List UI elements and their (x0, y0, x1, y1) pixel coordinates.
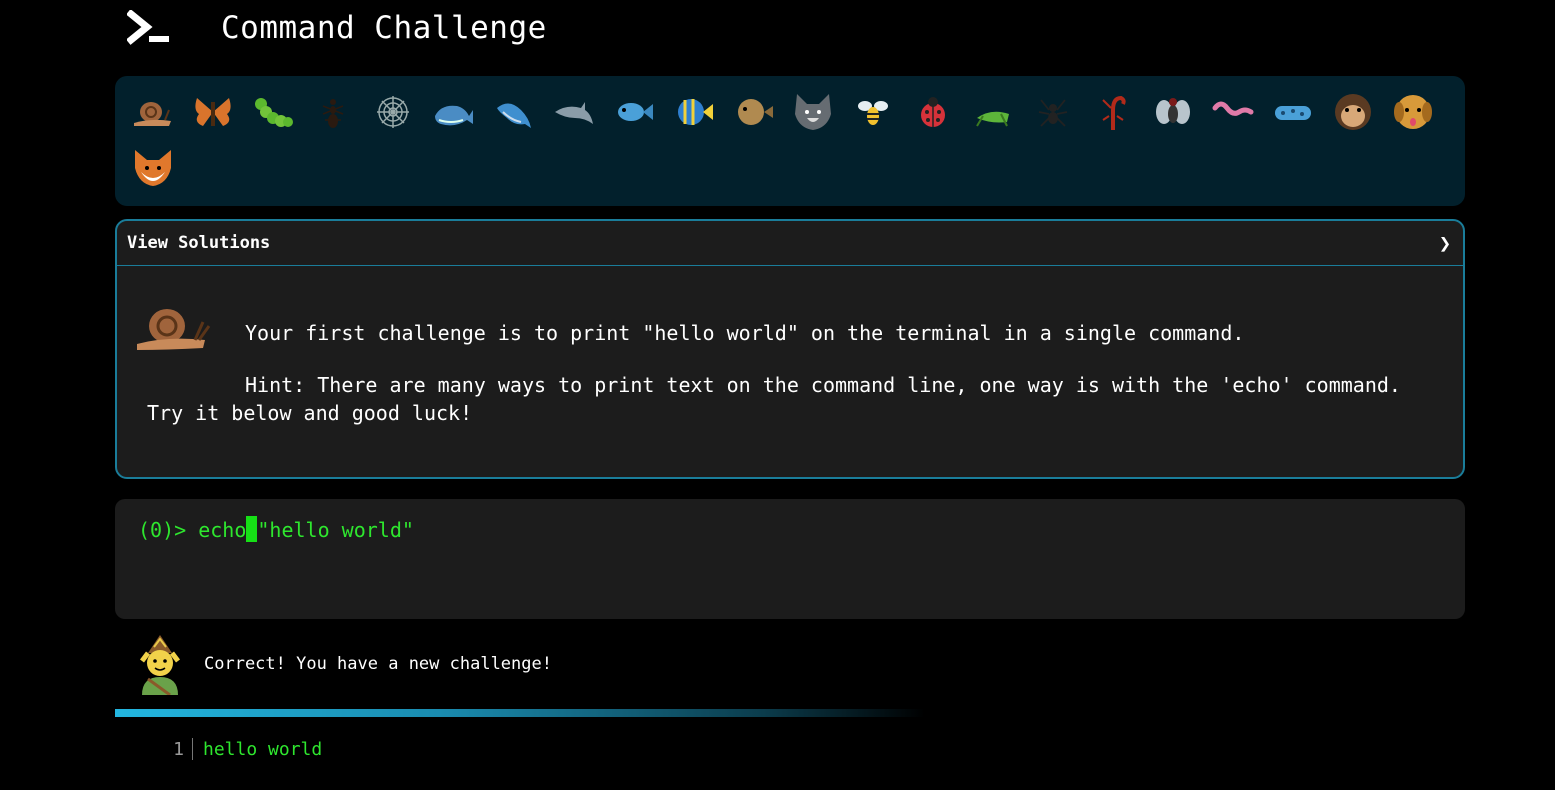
terminal-prompt-icon[interactable] (127, 10, 171, 46)
worm-icon[interactable] (1203, 84, 1263, 140)
challenge-emoji-bar (115, 76, 1465, 206)
line-number: 1 (173, 738, 184, 760)
prompt-line[interactable]: (0)> echo "hello world" (138, 516, 414, 542)
tropical-fish-icon[interactable] (663, 84, 723, 140)
hint-text: Hint: There are many ways to print text … (147, 373, 1401, 425)
command-argument: "hello world" (257, 518, 414, 542)
fox-face-icon[interactable] (123, 140, 183, 196)
spider-web-icon[interactable] (363, 84, 423, 140)
fly-icon[interactable] (1143, 84, 1203, 140)
line-divider (192, 738, 193, 760)
whale-icon[interactable] (423, 84, 483, 140)
scorpion-icon[interactable] (1083, 84, 1143, 140)
blowfish-icon[interactable] (723, 84, 783, 140)
elf-icon (134, 633, 186, 697)
dolphin-icon[interactable] (543, 84, 603, 140)
text-cursor (246, 516, 258, 542)
feedback-text: Correct! You have a new challenge! (204, 654, 552, 674)
fish-icon[interactable] (603, 84, 663, 140)
view-solutions-label: View Solutions (127, 233, 271, 253)
prompt-prefix: (0)> (138, 518, 199, 542)
snail-icon[interactable] (123, 84, 183, 140)
chevron-right-icon[interactable]: ❯ (1439, 231, 1451, 255)
dog-face-icon[interactable] (1383, 84, 1443, 140)
wolf-icon[interactable] (783, 84, 843, 140)
monkey-face-icon[interactable] (1323, 84, 1383, 140)
ladybug-icon[interactable] (903, 84, 963, 140)
bee-icon[interactable] (843, 84, 903, 140)
command-text: echo (198, 518, 247, 542)
snail-icon (133, 296, 213, 356)
view-solutions-toggle[interactable]: View Solutions ❯ (117, 221, 1463, 266)
ant-icon[interactable] (303, 84, 363, 140)
header: Command Challenge (127, 8, 547, 48)
spouting-whale-icon[interactable] (483, 84, 543, 140)
page-title: Command Challenge (221, 10, 547, 46)
output-line: 1 hello world (170, 738, 322, 760)
output-text: hello world (203, 738, 323, 760)
cricket-icon[interactable] (963, 84, 1023, 140)
caterpillar-icon[interactable] (243, 84, 303, 140)
feedback-message: Correct! You have a new challenge! (134, 633, 552, 697)
spider-icon[interactable] (1023, 84, 1083, 140)
butterfly-icon[interactable] (183, 84, 243, 140)
solutions-panel: View Solutions ❯ Your first challenge is… (115, 219, 1465, 479)
challenge-text: Your first challenge is to print "hello … (245, 321, 1245, 345)
microbe-icon[interactable] (1263, 84, 1323, 140)
terminal-input[interactable]: (0)> echo "hello world" (115, 499, 1465, 619)
progress-bar (115, 709, 925, 717)
